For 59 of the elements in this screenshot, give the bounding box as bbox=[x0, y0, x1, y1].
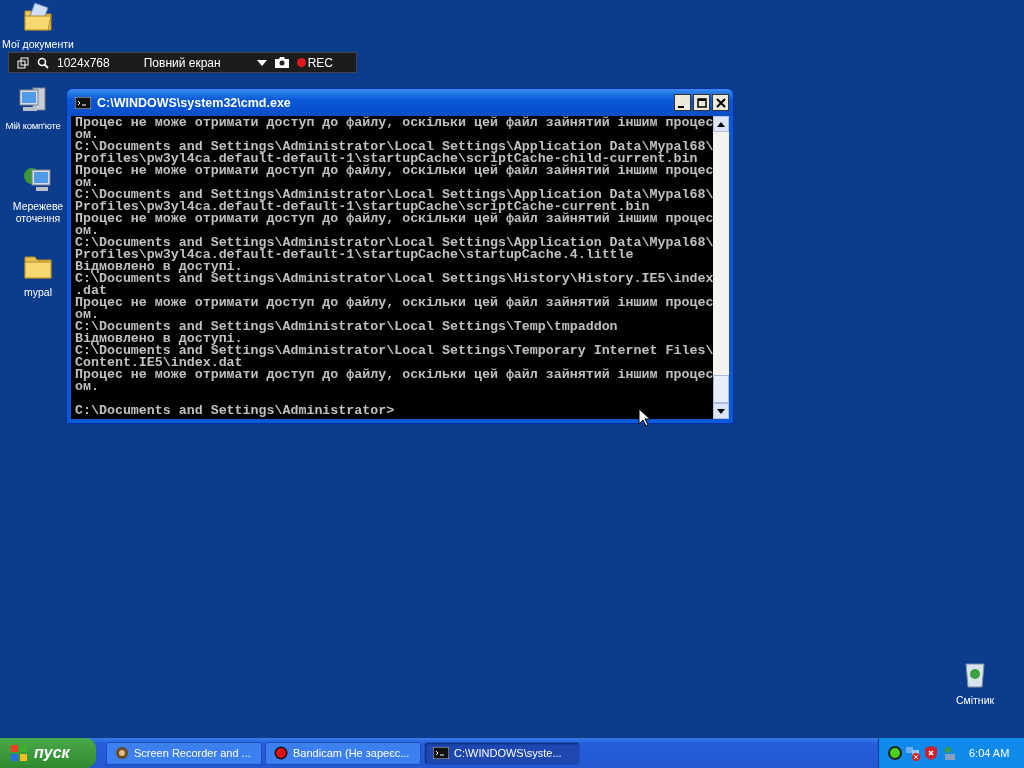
taskbar-button[interactable]: C:\WINDOWS\syste... bbox=[424, 741, 580, 765]
desktop-icon-label: Мої документи bbox=[2, 38, 74, 50]
console-line: Відмовлено в доступі. bbox=[75, 333, 243, 345]
desktop-icon-label: Мій комп'юте bbox=[5, 120, 61, 132]
scroll-thumb[interactable] bbox=[713, 375, 729, 403]
desktop-icon-label: Мережеве оточення bbox=[11, 200, 65, 224]
caret-icon[interactable] bbox=[256, 59, 267, 66]
window-mode-icon[interactable] bbox=[17, 56, 29, 69]
camera-icon[interactable] bbox=[274, 57, 289, 68]
scrollbar[interactable] bbox=[713, 116, 729, 419]
documents-folder-icon[interactable] bbox=[22, 2, 54, 34]
console-icon bbox=[433, 747, 449, 759]
console-line: Процес не може отримати доступ до файлу, оскільки цей файл зайнятий іншим процес bbox=[75, 117, 713, 129]
record-button[interactable]: REC bbox=[296, 55, 333, 70]
desktop-icon-label: Смітник bbox=[955, 694, 995, 706]
scroll-up-arrow-icon[interactable] bbox=[717, 121, 725, 127]
console-line: Profiles\pw3yl4ca.default-default-1\startupCache\startupCache.4.little bbox=[75, 249, 634, 261]
console-line: Процес не може отримати доступ до файлу, оскільки цей файл зайнятий іншим процес bbox=[75, 213, 713, 225]
search-icon[interactable] bbox=[37, 56, 49, 69]
console-line: C:\Documents and Settings\Administrator\Local Settings\Temp\tmpaddon bbox=[75, 321, 619, 333]
start-button[interactable]: пуск bbox=[0, 738, 96, 768]
capture-mode-label[interactable]: Повний екран bbox=[143, 55, 221, 70]
console-line: C:\Documents and Settings\Administrator\Local Settings\Temporary Internet Files\ bbox=[75, 345, 713, 357]
command-prompt[interactable]: C:\Documents and Settings\Administrator> bbox=[75, 405, 713, 417]
console-line: ом. bbox=[75, 381, 99, 393]
clock: 6:04 AM bbox=[969, 747, 1010, 759]
record-dot-icon bbox=[274, 746, 288, 760]
console-line: C:\Documents and Settings\Administrator\Local Settings\Application Data\Mypal68\ bbox=[75, 141, 713, 153]
console-line: ом. bbox=[75, 177, 99, 189]
windows-logo-icon bbox=[10, 744, 28, 762]
taskbar-button[interactable]: Bandicam (Не зареєс... bbox=[265, 741, 421, 765]
recorder-app-icon bbox=[115, 746, 129, 760]
maximize-button[interactable] bbox=[693, 94, 710, 111]
minimize-button[interactable] bbox=[674, 94, 691, 111]
taskbar-button[interactable]: Screen Recorder and ... bbox=[106, 741, 262, 765]
minimize-icon bbox=[678, 105, 684, 108]
console-line: C:\Documents and Settings\Administrator\Local Settings\Application Data\Mypal68\ bbox=[75, 237, 713, 249]
scroll-down-arrow-icon[interactable] bbox=[717, 408, 725, 414]
console-line: Profiles\pw3yl4ca.default-default-1\startupCache\scriptCache-current.bin bbox=[75, 201, 650, 213]
resolution-label[interactable]: 1024x768 bbox=[57, 55, 110, 70]
shield-icon[interactable] bbox=[923, 745, 939, 761]
console-line: .dat bbox=[75, 285, 107, 297]
console-line: C:\Documents and Settings\Administrator\Local Settings\History\History.IE5\index bbox=[75, 273, 713, 285]
console-line: Процес не може отримати доступ до файлу, оскільки цей файл зайнятий іншим процес bbox=[75, 369, 713, 381]
network-error-icon[interactable] bbox=[905, 745, 921, 761]
status-orb-icon[interactable] bbox=[887, 745, 903, 761]
console-line: ом. bbox=[75, 225, 99, 237]
console-line: C:\Documents and Settings\Administrator\Local Settings\Application Data\Mypal68\ bbox=[75, 189, 713, 201]
console-line: Відмовлено в доступі. bbox=[75, 261, 243, 273]
console-line: Profiles\pw3yl4ca.default-default-1\startupCache\scriptCache-child-current.bin bbox=[75, 153, 698, 165]
console-line: Content.IE5\index.dat bbox=[75, 357, 243, 369]
desktop-icon-label: mypal bbox=[24, 286, 52, 298]
console-line: Процес не може отримати доступ до файлу, оскільки цей файл зайнятий іншим процес bbox=[75, 165, 713, 177]
window-title: C:\WINDOWS\system32\cmd.exe bbox=[97, 95, 292, 110]
console-icon bbox=[75, 96, 91, 109]
console-line: Процес не може отримати доступ до файлу, оскільки цей файл зайнятий іншим процес bbox=[75, 297, 713, 309]
close-button[interactable] bbox=[712, 94, 729, 111]
console-line: ом. bbox=[75, 309, 99, 321]
console-line: ом. bbox=[75, 129, 99, 141]
